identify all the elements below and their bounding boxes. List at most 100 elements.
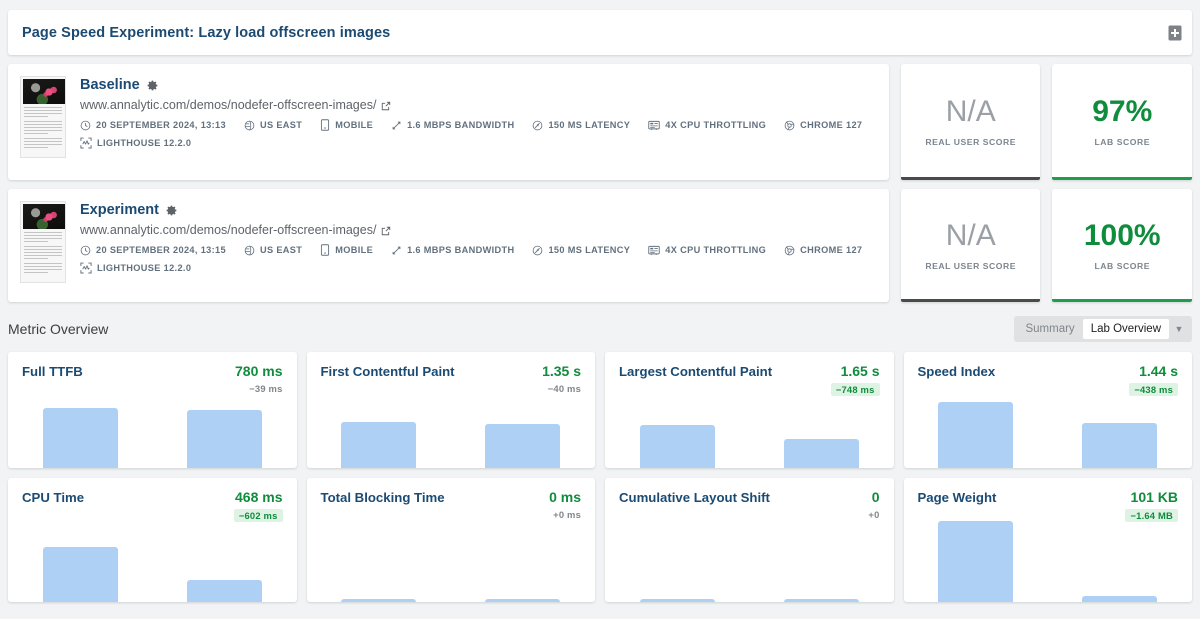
latency-icon	[532, 120, 543, 131]
thumbnail-text-lines	[24, 232, 62, 277]
clock-icon	[80, 245, 91, 256]
lighthouse-icon	[80, 262, 92, 274]
run-meta: 20 SEPTEMBER 2024, 13:15 US EAST MOBILE 1.6…	[80, 244, 880, 274]
run-meta-label: 150 MS LATENCY	[548, 120, 631, 130]
real-user-score-label: REAL USER SCORE	[925, 260, 1017, 271]
run-meta-label: MOBILE	[335, 245, 374, 255]
real-user-score-label: REAL USER SCORE	[925, 137, 1017, 147]
run-meta-label: 20 SEPTEMBER 2024, 13:15	[96, 245, 226, 255]
bar-baseline	[42, 408, 118, 468]
real-user-score-card: N/A REAL USER SCORE	[900, 189, 1041, 302]
metric-value: 1.44 s	[1139, 363, 1178, 379]
external-link-icon[interactable]	[381, 225, 391, 236]
thumbnail-photo	[23, 79, 65, 104]
clock-icon	[80, 120, 91, 131]
run-name-line: Experiment	[80, 202, 880, 218]
run-meta-label: MOBILE	[335, 120, 374, 130]
bar-experiment	[186, 580, 262, 602]
run-meta-label: CHROME 127	[800, 245, 863, 255]
metric-name: First Contentful Paint	[320, 364, 455, 379]
run-meta-item: LIGHTHOUSE 12.2.0	[80, 262, 191, 274]
run-meta-label: 4X CPU THROTTLING	[665, 120, 767, 130]
run-url: www.annalytic.com/demos/nodefer-offscree…	[80, 223, 880, 237]
bar-baseline	[639, 599, 715, 602]
metric-value-group: 1.35 s −40 ms	[542, 363, 581, 397]
run-meta-label: LIGHTHOUSE 12.2.0	[97, 138, 192, 148]
toggle-option-lab-overview[interactable]: Lab Overview	[1082, 319, 1169, 339]
overview-mode-toggle[interactable]: Summary Lab Overview ▼	[1014, 316, 1192, 342]
toggle-option-summary[interactable]: Summary	[1017, 319, 1082, 339]
metric-card[interactable]: Page Weight 101 KB −1.64 MB	[903, 478, 1193, 602]
cpu-icon	[648, 245, 660, 256]
metric-delta: −39 ms	[249, 383, 283, 395]
bar-experiment	[186, 410, 262, 468]
real-user-score-value: N/A	[945, 95, 996, 128]
run-row-baseline: Baseline www.annalytic.com/demos/nodefer…	[8, 64, 1192, 180]
run-meta-row-2: LIGHTHOUSE 12.2.0	[80, 137, 880, 149]
bar-baseline	[938, 402, 1014, 468]
metric-bar-chart	[904, 518, 1193, 602]
gear-icon[interactable]	[146, 79, 159, 92]
metric-bar-chart	[605, 396, 894, 468]
run-meta-item: 150 MS LATENCY	[532, 120, 630, 131]
metric-name: Cumulative Layout Shift	[619, 490, 770, 505]
metric-card[interactable]: CPU Time 468 ms −602 ms	[8, 478, 297, 602]
thumbnail-photo	[23, 204, 65, 229]
metric-card[interactable]: First Contentful Paint 1.35 s −40 ms	[306, 352, 596, 468]
run-url-text: www.annalytic.com/demos/nodefer-offscree…	[80, 98, 377, 112]
run-meta-item: MOBILE	[320, 119, 373, 131]
add-panel-button[interactable]	[1168, 25, 1182, 41]
run-meta: 20 SEPTEMBER 2024, 13:13 US EAST MOBILE 1.6…	[80, 119, 880, 149]
lighthouse-icon	[80, 137, 92, 149]
gear-icon[interactable]	[165, 204, 178, 217]
run-meta-label: 4X CPU THROTTLING	[665, 245, 767, 255]
bar-experiment	[1082, 596, 1158, 602]
metric-bar-chart	[307, 396, 596, 468]
metric-card[interactable]: Cumulative Layout Shift 0 +0	[605, 478, 894, 602]
metric-overview-title: Metric Overview	[8, 321, 109, 337]
metric-overview-header: Metric Overview Summary Lab Overview ▼	[8, 313, 1192, 345]
metric-name: CPU Time	[22, 490, 85, 505]
page-title: Page Speed Experiment: Lazy load offscre…	[22, 24, 391, 41]
bar-experiment	[1082, 423, 1158, 468]
external-link-icon[interactable]	[381, 100, 391, 111]
run-meta-item: LIGHTHOUSE 12.2.0	[80, 137, 191, 149]
run-meta-row-1: 20 SEPTEMBER 2024, 13:13 US EAST MOBILE 1.6…	[80, 119, 880, 131]
run-meta-item: 4X CPU THROTTLING	[648, 245, 766, 256]
metric-card[interactable]: Full TTFB 780 ms −39 ms	[8, 352, 297, 468]
bar-baseline	[42, 547, 118, 602]
real-user-score-value: N/A	[945, 218, 996, 252]
chrome-icon	[784, 120, 795, 131]
run-meta-label: US EAST	[259, 120, 303, 130]
metric-card[interactable]: Largest Contentful Paint 1.65 s −748 ms	[605, 352, 894, 468]
run-meta-item: 20 SEPTEMBER 2024, 13:13	[80, 120, 226, 131]
metric-value: 1.35 s	[542, 363, 581, 379]
run-card: Experiment www.annalytic.com/demos/nodef…	[8, 189, 889, 302]
metric-card[interactable]: Speed Index 1.44 s −438 ms	[903, 352, 1192, 468]
lab-score-label: LAB SCORE	[1094, 137, 1151, 147]
run-meta-label: US EAST	[259, 245, 303, 255]
lab-score-card: 97% LAB SCORE	[1052, 64, 1192, 180]
bar-experiment	[783, 599, 859, 602]
run-meta-label: CHROME 127	[800, 120, 863, 130]
metric-value: 468 ms	[235, 489, 283, 505]
metric-cards-grid: Full TTFB 780 ms −39 ms First Contentful Pa…	[8, 352, 1192, 602]
run-info: Baseline www.annalytic.com/demos/nodefer…	[66, 76, 880, 180]
run-meta-item: 20 SEPTEMBER 2024, 13:15	[80, 245, 226, 256]
bar-baseline	[639, 425, 715, 468]
metric-delta: −438 ms	[1129, 383, 1178, 397]
bar-experiment	[485, 599, 561, 602]
run-info: Experiment www.annalytic.com/demos/nodef…	[66, 201, 880, 302]
run-meta-item: 1.6 MBPS BANDWIDTH	[391, 120, 514, 131]
page-thumbnail	[20, 76, 66, 158]
metric-card[interactable]: Total Blocking Time 0 ms +0 ms	[306, 478, 595, 602]
run-meta-item: CHROME 127	[784, 245, 862, 256]
chevron-down-icon[interactable]: ▼	[1169, 324, 1189, 334]
metric-delta: −40 ms	[547, 383, 581, 395]
run-meta-label: 1.6 MBPS BANDWIDTH	[407, 120, 515, 130]
bandwidth-icon	[391, 245, 402, 256]
metric-name: Page Weight	[917, 490, 997, 505]
run-name-line: Baseline	[80, 77, 880, 93]
run-meta-label: 20 SEPTEMBER 2024, 13:13	[96, 120, 226, 130]
metric-value-group: 780 ms −39 ms	[235, 363, 283, 397]
